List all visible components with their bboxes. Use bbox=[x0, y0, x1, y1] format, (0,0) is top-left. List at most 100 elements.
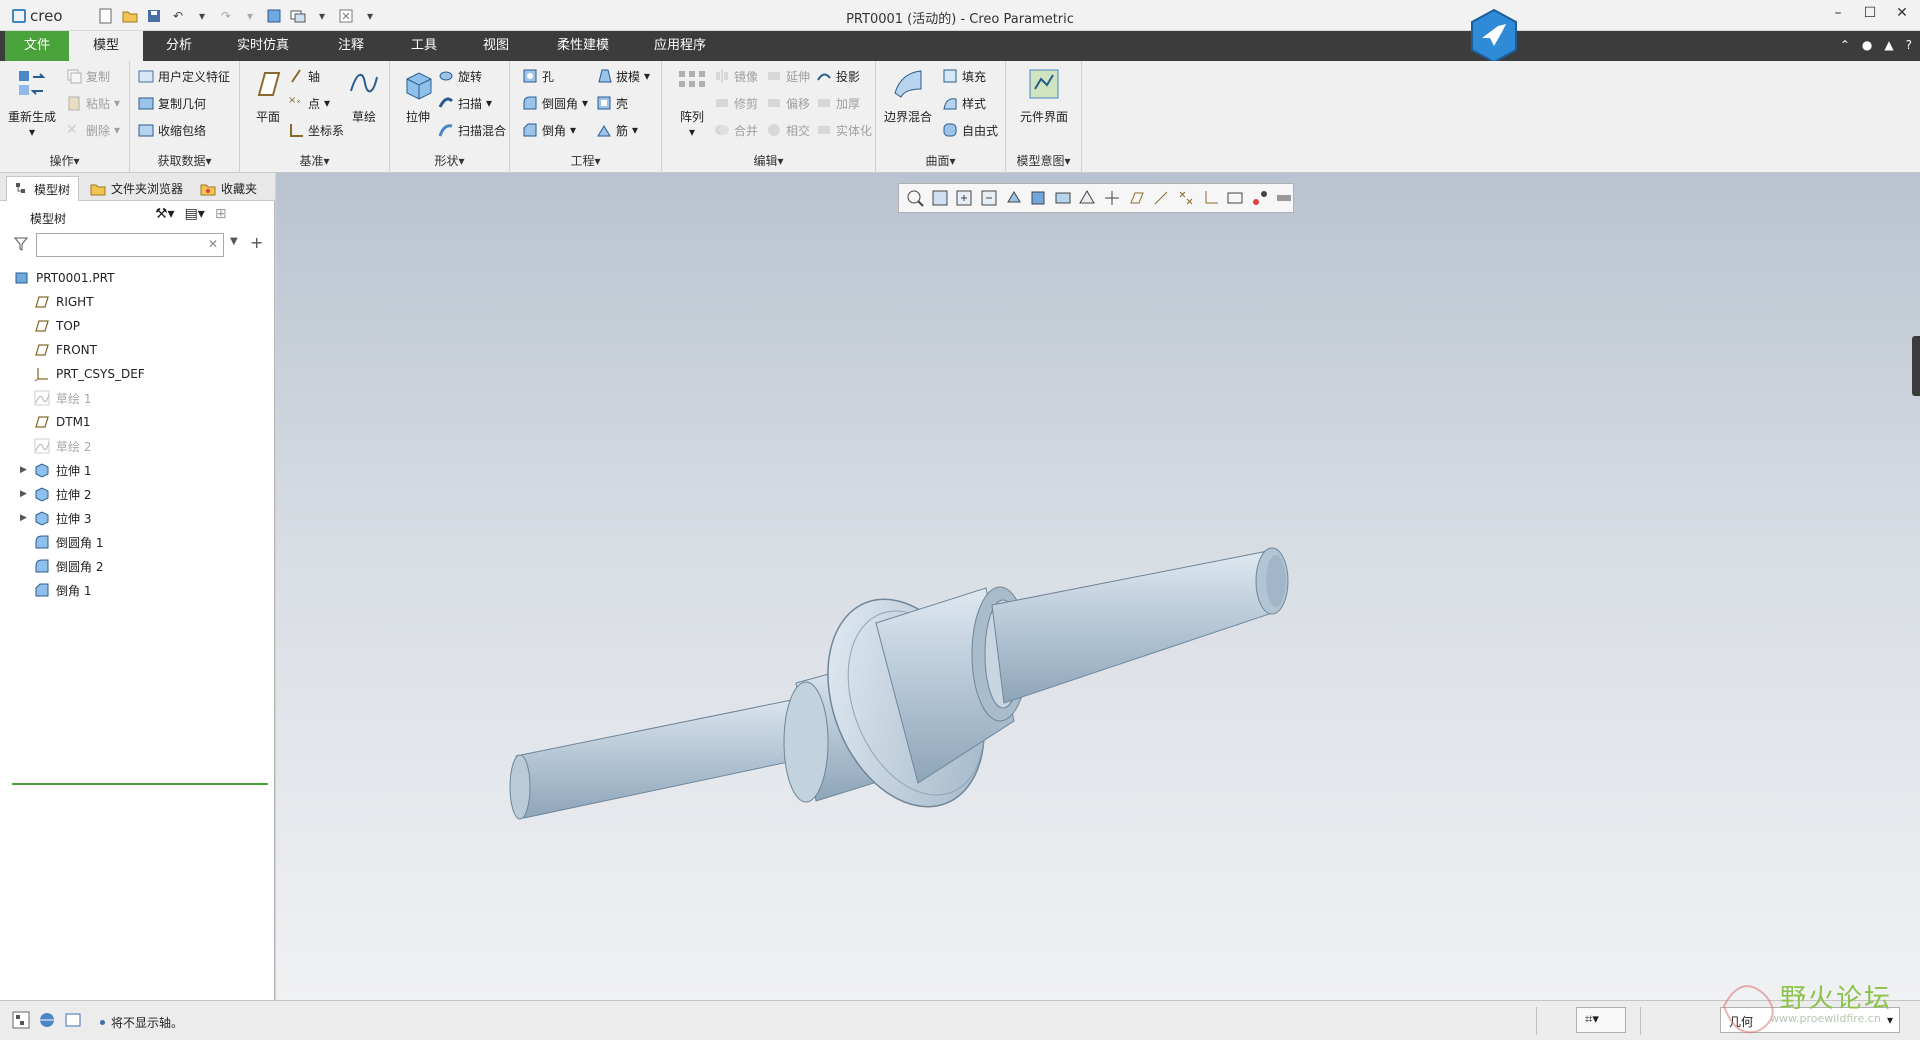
tree-node[interactable]: ▶ 拉伸 1 bbox=[0, 458, 275, 482]
group-surfaces-label[interactable]: 曲面▾ bbox=[876, 152, 1005, 169]
sweep-button[interactable]: 扫描 ▾ bbox=[438, 92, 492, 114]
spin-center-icon[interactable] bbox=[1250, 188, 1269, 208]
model-tree-search-input[interactable] bbox=[36, 233, 224, 257]
tree-node[interactable]: RIGHT bbox=[0, 290, 275, 314]
perspective-icon[interactable] bbox=[1102, 188, 1121, 208]
refit-icon[interactable] bbox=[930, 188, 949, 208]
udf-button[interactable]: 用户定义特征 bbox=[138, 65, 230, 87]
tab-annotate[interactable]: 注释 bbox=[311, 31, 391, 61]
tree-node[interactable]: PRT_CSYS_DEF bbox=[0, 362, 275, 386]
group-engineering-label[interactable]: 工程▾ bbox=[510, 152, 661, 169]
group-shapes-label[interactable]: 形状▾ bbox=[390, 152, 509, 169]
view-manager-icon[interactable] bbox=[1077, 188, 1096, 208]
thicken-button[interactable]: 加厚 bbox=[816, 92, 860, 114]
point-button[interactable]: ×ₓ 点 ▾ bbox=[288, 92, 330, 114]
collapse-ribbon-icon[interactable]: ⌃ bbox=[1840, 38, 1850, 52]
tab-live-simulation[interactable]: 实时仿真 bbox=[215, 31, 311, 61]
tree-node[interactable]: 倒圆角 2 bbox=[0, 554, 275, 578]
tree-node[interactable]: 草绘 1 bbox=[0, 386, 275, 410]
saved-views-icon[interactable] bbox=[1053, 188, 1072, 208]
hole-button[interactable]: 孔 bbox=[522, 65, 554, 87]
offset-button[interactable]: 偏移 bbox=[766, 92, 810, 114]
group-get-data-label[interactable]: 获取数据▾ bbox=[130, 152, 239, 169]
trim-button[interactable]: 修剪 bbox=[714, 92, 758, 114]
minimize-icon[interactable]: – bbox=[1830, 5, 1846, 21]
repaint-icon[interactable] bbox=[1004, 188, 1023, 208]
sketch-button[interactable]: 草绘 bbox=[336, 65, 392, 125]
tree-node[interactable]: PRT0001.PRT bbox=[0, 266, 275, 290]
tree-node[interactable]: ▶ 拉伸 2 bbox=[0, 482, 275, 506]
zoom-icon[interactable] bbox=[905, 188, 924, 208]
boundary-blend-button[interactable]: 边界混合 bbox=[880, 65, 936, 125]
intersect-button[interactable]: 相交 bbox=[766, 119, 810, 141]
tree-settings-icon[interactable]: ⚒▾ bbox=[155, 206, 175, 222]
expand-arrow-icon[interactable]: ▶ bbox=[20, 489, 27, 499]
community-icon[interactable]: ● bbox=[1862, 38, 1872, 52]
regenerate-button[interactable]: 重新生成 ▾ bbox=[4, 65, 60, 139]
axis-button[interactable]: 轴 bbox=[288, 65, 320, 87]
mirror-button[interactable]: 镜像 bbox=[714, 65, 758, 87]
expand-arrow-icon[interactable]: ▶ bbox=[20, 513, 27, 523]
revolve-button[interactable]: 旋转 bbox=[438, 65, 482, 87]
paste-button[interactable]: 粘贴 ▾ bbox=[66, 92, 120, 114]
pattern-button[interactable]: 阵列 ▾ bbox=[664, 65, 720, 139]
draft-button[interactable]: 拔模 ▾ bbox=[596, 65, 650, 87]
display-style-icon[interactable] bbox=[1028, 188, 1047, 208]
find-button[interactable]: ⌗▾ bbox=[1576, 1007, 1626, 1033]
tab-file[interactable]: 文件 bbox=[5, 31, 69, 61]
tree-node[interactable]: 草绘 2 bbox=[0, 434, 275, 458]
tab-model[interactable]: 模型 bbox=[69, 31, 143, 61]
plane-display-icon[interactable] bbox=[1127, 188, 1146, 208]
tree-node[interactable]: TOP bbox=[0, 314, 275, 338]
fill-button[interactable]: 填充 bbox=[942, 65, 986, 87]
swept-blend-button[interactable]: 扫描混合 bbox=[438, 119, 506, 141]
insert-indicator[interactable] bbox=[12, 783, 268, 785]
point-display-icon[interactable] bbox=[1176, 188, 1195, 208]
tab-analysis[interactable]: 分析 bbox=[143, 31, 215, 61]
clear-search-icon[interactable]: ✕ bbox=[208, 237, 218, 251]
tab-flexible-modeling[interactable]: 柔性建模 bbox=[535, 31, 631, 61]
tree-node[interactable]: 倒角 1 bbox=[0, 578, 275, 602]
group-model-intent-label[interactable]: 模型意图▾ bbox=[1006, 152, 1081, 169]
axis-display-icon[interactable] bbox=[1151, 188, 1170, 208]
zoom-out-icon[interactable] bbox=[979, 188, 998, 208]
filter-funnel-icon[interactable] bbox=[14, 237, 28, 251]
tree-show-icon[interactable]: ▤▾ bbox=[185, 206, 205, 222]
tree-node[interactable]: DTM1 bbox=[0, 410, 275, 434]
solidify-button[interactable]: 实体化 bbox=[816, 119, 872, 141]
tree-node[interactable]: FRONT bbox=[0, 338, 275, 362]
maximize-icon[interactable]: ☐ bbox=[1862, 5, 1878, 21]
zoom-in-icon[interactable] bbox=[954, 188, 973, 208]
expand-arrow-icon[interactable]: ▶ bbox=[20, 465, 27, 475]
delete-button[interactable]: ✕ 删除 ▾ bbox=[66, 119, 120, 141]
tree-filter-icon[interactable]: ⊞ bbox=[215, 206, 227, 222]
style-button[interactable]: 样式 bbox=[942, 92, 986, 114]
copy-geometry-button[interactable]: 复制几何 bbox=[138, 92, 206, 114]
copy-button[interactable]: 复制 bbox=[66, 65, 110, 87]
group-datum-label[interactable]: 基准▾ bbox=[240, 152, 389, 169]
search-dropdown-icon[interactable]: ▼ bbox=[230, 236, 238, 247]
extend-button[interactable]: 延伸 bbox=[766, 65, 810, 87]
tab-folder-browser[interactable]: 文件夹浏览器 bbox=[82, 176, 191, 201]
side-panel-grip[interactable] bbox=[1912, 336, 1920, 396]
component-interface-button[interactable]: 元件界面 bbox=[1016, 65, 1072, 125]
merge-button[interactable]: 合并 bbox=[714, 119, 758, 141]
annotations-icon[interactable] bbox=[1274, 188, 1293, 208]
group-edit-label[interactable]: 编辑▾ bbox=[662, 152, 875, 169]
round-button[interactable]: 倒圆角 ▾ bbox=[522, 92, 588, 114]
tree-node[interactable]: ▶ 拉伸 3 bbox=[0, 506, 275, 530]
shrinkwrap-button[interactable]: 收缩包络 bbox=[138, 119, 206, 141]
tab-tools[interactable]: 工具 bbox=[391, 31, 457, 61]
tab-applications[interactable]: 应用程序 bbox=[631, 31, 729, 61]
graphics-viewport[interactable] bbox=[276, 173, 1920, 1000]
help-icon[interactable]: ? bbox=[1906, 38, 1912, 52]
group-operations-label[interactable]: 操作▾ bbox=[0, 152, 129, 169]
project-button[interactable]: 投影 bbox=[816, 65, 860, 87]
tab-view[interactable]: 视图 bbox=[457, 31, 535, 61]
chamfer-button[interactable]: 倒角 ▾ bbox=[522, 119, 576, 141]
freestyle-button[interactable]: 自由式 bbox=[942, 119, 998, 141]
learning-icon[interactable]: ▲ bbox=[1884, 38, 1893, 52]
toggle-browser-icon[interactable] bbox=[38, 1011, 56, 1029]
csys-display-icon[interactable] bbox=[1201, 188, 1220, 208]
close-icon[interactable]: ✕ bbox=[1894, 5, 1910, 21]
